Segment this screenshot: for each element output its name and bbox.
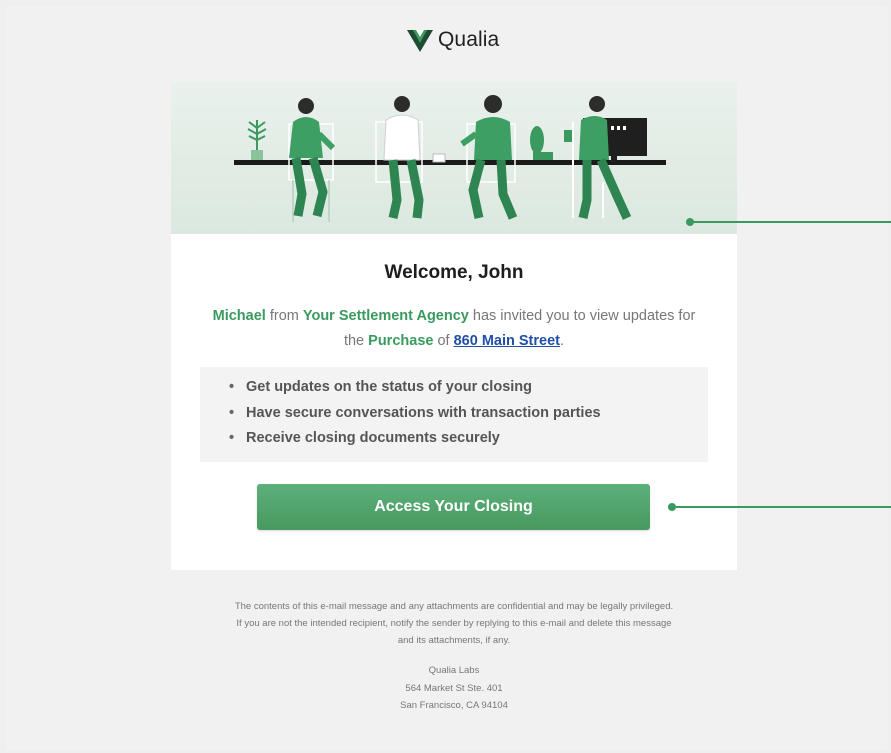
welcome-heading: Welcome, John [384,262,524,283]
qualia-logo-icon [407,30,433,52]
plant-icon [247,120,267,162]
feature-item: Have secure conversations with transacti… [229,401,708,427]
disclaimer-line: The contents of this e-mail message and … [234,601,674,612]
features-list: Get updates on the status of your closin… [200,367,708,452]
company-address: Qualia Labs 564 Market St Ste. 401 San F… [171,662,737,715]
disclaimer-line: and its attachments, if any. [397,635,511,646]
button-callout-line [674,506,891,508]
agency-name: Your Settlement Agency [302,308,469,324]
invite-message: Michael from Your Settlement Agency has … [201,304,707,354]
invite-text-from: from [265,308,303,324]
hero-illustration [171,82,737,234]
company-name: Qualia Labs [428,665,480,676]
sender-name: Michael [212,308,266,324]
street-address: 564 Market St Ste. 401 [405,682,503,694]
disclaimer-line: If you are not the intended recipient, n… [236,618,672,629]
access-closing-button[interactable]: Access Your Closing [257,484,650,530]
logo-wordmark: Qualia [438,28,500,51]
property-address-link[interactable]: 860 Main Street [454,333,560,349]
transaction-type: Purchase [368,333,434,349]
features-box: Get updates on the status of your closin… [200,367,708,462]
legal-disclaimer: The contents of this e-mail message and … [171,598,737,649]
email-card: Welcome, John Michael from Your Settleme… [171,82,737,570]
invite-text-of: of [433,333,454,349]
feature-item: Receive closing documents securely [229,426,708,452]
team-meeting-illustration [234,95,666,222]
qualia-logo: Qualia [406,24,499,56]
invite-text-end: . [560,333,565,349]
city-state-zip: San Francisco, CA 94104 [400,700,508,711]
feature-item: Get updates on the status of your closin… [229,375,708,401]
hero-callout-line [692,221,891,223]
